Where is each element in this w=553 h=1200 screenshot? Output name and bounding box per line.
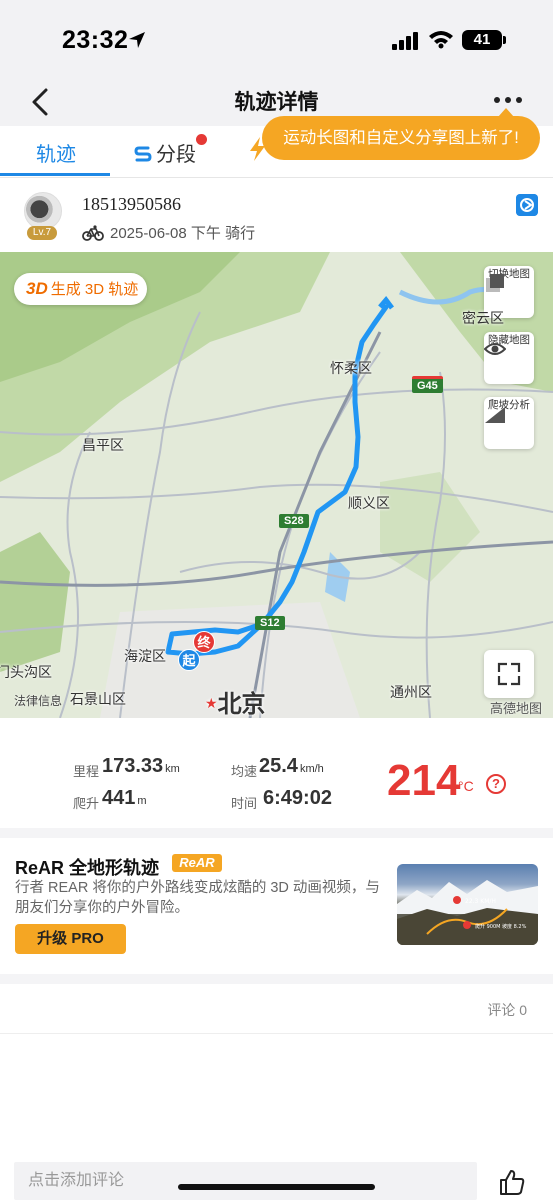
climb-number: 441 [102, 787, 136, 809]
distance-number: 173.33 [102, 755, 164, 777]
rear-title: ReAR 全地形轨迹 [15, 858, 160, 878]
calories-value: 214 [387, 756, 461, 805]
tab-segment-label: 分段 [156, 144, 196, 166]
rear-description: 行者 REAR 将你的户外路线变成炫酷的 3D 动画视频，与朋友们分享你的户外冒… [15, 880, 380, 916]
ride-info: 2025-06-08 下午 骑行 [82, 222, 255, 243]
bicycle-icon [82, 225, 104, 241]
page-title: 轨迹详情 [234, 91, 319, 114]
slope-icon [485, 407, 505, 423]
stats-panel: 里程 173.33 km 均速 25.4 km/h 爬升 441 m 时间 6:49:… [0, 718, 553, 828]
legal-info-link[interactable]: 法律信息 [14, 692, 62, 709]
thumbs-up-icon[interactable] [498, 1168, 526, 1196]
climb-label: 爬升 [73, 796, 100, 811]
tab-track[interactable]: 轨迹 [36, 138, 76, 167]
location-arrow-icon [129, 32, 145, 48]
road-shield-g45: G45 [412, 376, 443, 393]
comment-input[interactable]: 点击添加评论 [14, 1162, 477, 1200]
rear-preview-image[interactable]: 22.3 KM/H 爬升 900M 坡度 8.2% [397, 864, 538, 945]
place-miyun: 密云区 [462, 310, 504, 326]
ride-sport: 骑行 [225, 225, 256, 242]
level-badge: Lv.7 [27, 226, 57, 240]
section-divider [0, 974, 553, 984]
speed-unit: km/h [299, 763, 324, 775]
bottom-bar: 点击添加评论 [0, 1150, 553, 1200]
speed-number: 25.4 [259, 755, 298, 777]
generate-3d-label: 生成 3D 轨迹 [50, 281, 139, 298]
place-tongzhou: 通州区 [390, 684, 432, 700]
road-shield-s28: S28 [279, 514, 309, 528]
avatar[interactable] [24, 192, 62, 230]
place-shijingshan: 石景山区 [70, 691, 126, 707]
calories-unit: °C [458, 778, 474, 794]
mountain-preview: 22.3 KM/H 爬升 900M 坡度 8.2% [397, 880, 538, 945]
section-divider [0, 828, 553, 838]
climb-value: 441 m [102, 787, 147, 810]
user-info-row: Lv.7 18513950586 2025-06-08 下午 骑行 [0, 178, 553, 252]
road-shield-s12: S12 [255, 616, 285, 630]
climb-analysis-button[interactable]: 爬坡分析 [484, 397, 534, 449]
distance-value: 173.33 km [102, 755, 180, 778]
cellular-signal-icon [392, 32, 418, 50]
hide-map-button[interactable]: 隐藏地图 [484, 332, 534, 384]
rear-promo-card[interactable]: ReAR 全地形轨迹 ReAR 行者 REAR 将你的户外路线变成炫酷的 3D … [0, 838, 553, 974]
time-label: 时间 [231, 796, 258, 811]
speed-label: 均速 [231, 764, 258, 779]
comment-count: 评论 0 [487, 1002, 527, 1018]
3d-icon: 3D [26, 279, 48, 298]
preview-speed: 22.3 KM/H [465, 898, 496, 905]
place-beijing-label: 北京 [217, 691, 266, 718]
status-bar: 23:32 41 [0, 0, 553, 78]
wifi-icon [429, 31, 453, 49]
place-shunyi: 顺义区 [348, 495, 390, 511]
battery-indicator: 41 [462, 30, 502, 50]
place-changping: 昌平区 [82, 437, 124, 453]
start-marker[interactable]: 起 [178, 649, 200, 671]
home-indicator [178, 1184, 375, 1190]
climb-unit: m [137, 795, 147, 807]
more-options-button[interactable] [492, 94, 526, 106]
preview-stats: 爬升 900M 坡度 8.2% [475, 923, 527, 930]
end-marker[interactable]: 终 [193, 631, 215, 653]
share-icon[interactable] [516, 194, 538, 216]
ride-date: 2025-06-08 下午 [110, 225, 221, 242]
expand-icon [497, 662, 521, 686]
segment-icon [134, 146, 152, 162]
time-value: 6:49:02 [263, 787, 332, 809]
place-beijing: ★北京 [205, 684, 266, 718]
place-haidian: 海淀区 [124, 648, 166, 664]
help-icon[interactable]: ? [486, 774, 506, 794]
new-feature-tooltip[interactable]: 运动长图和自定义分享图上新了! [262, 116, 540, 160]
tab-active-underline [0, 173, 110, 176]
route-map[interactable]: 3D 生成 3D 轨迹 切换地图 隐藏地图 爬坡分析 密云区 怀柔区 昌平区 顺义… [0, 252, 553, 718]
fullscreen-map-button[interactable] [484, 650, 534, 698]
upgrade-pro-button[interactable]: 升级 PRO [15, 924, 126, 954]
layers-icon [486, 274, 504, 292]
rear-badge: ReAR [172, 854, 222, 872]
new-dot-badge [196, 134, 207, 145]
distance-label: 里程 [73, 764, 100, 779]
generate-3d-track-button[interactable]: 3D 生成 3D 轨迹 [14, 273, 147, 305]
status-time: 23:32 [62, 26, 129, 54]
speed-value: 25.4 km/h [259, 755, 324, 778]
user-name[interactable]: 18513950586 [82, 194, 181, 215]
more-dot-icon [505, 97, 511, 103]
map-provider-logo: 高德地图 [490, 701, 543, 716]
more-dot-icon [494, 97, 500, 103]
tab-segment[interactable]: 分段 [134, 138, 196, 167]
battery-nub [503, 36, 506, 44]
comment-header: 评论 0 [0, 984, 553, 1034]
distance-unit: km [165, 763, 180, 775]
more-dot-icon [516, 97, 522, 103]
eye-icon [484, 343, 506, 355]
place-huairou: 怀柔区 [330, 360, 372, 376]
capital-star-icon: ★ [205, 695, 218, 711]
place-mentougou: 门头沟区 [0, 664, 52, 680]
